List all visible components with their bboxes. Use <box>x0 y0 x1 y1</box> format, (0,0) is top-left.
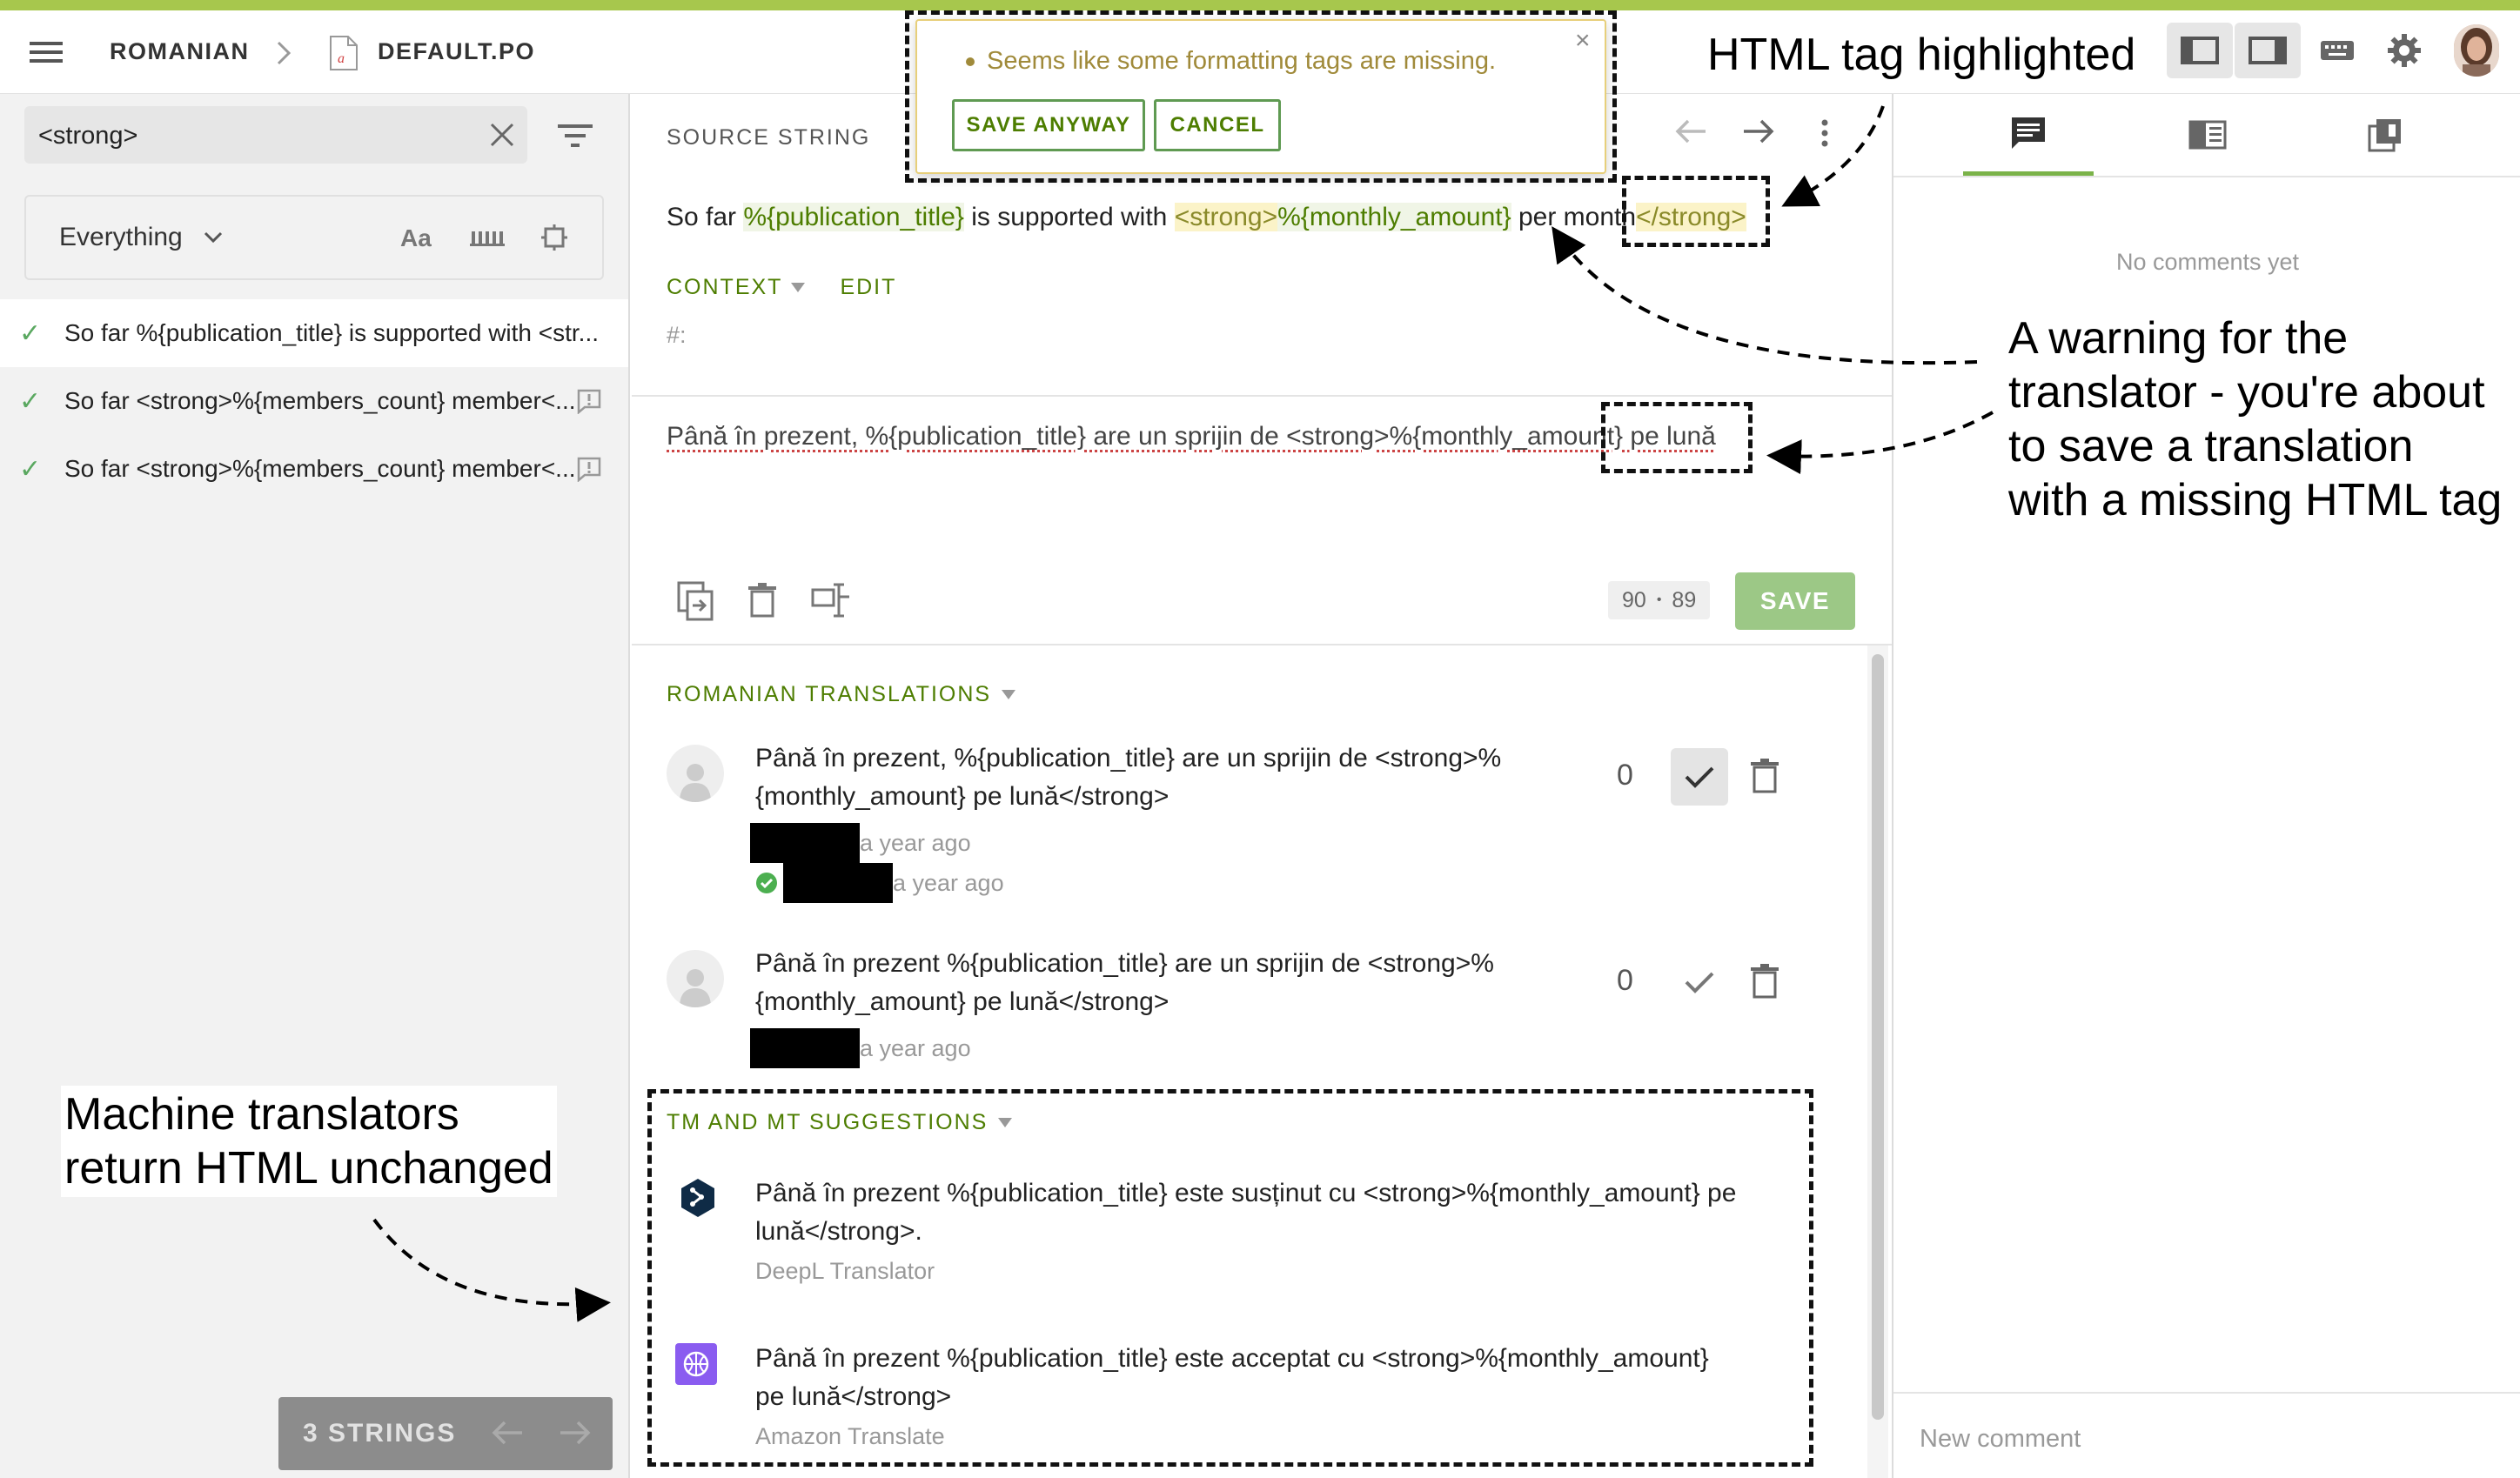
arrow-to-translation-editor <box>1766 411 1994 475</box>
save-anyway-button[interactable]: SAVE ANYWAY <box>952 99 1145 151</box>
arrow-to-suggestions <box>372 1218 611 1322</box>
annotation-arrows <box>372 105 1994 1322</box>
warning-text: Seems like some formatting tags are miss… <box>987 47 1497 75</box>
arrow-to-html-tag <box>1781 105 1885 207</box>
cancel-button[interactable]: CANCEL <box>1154 99 1281 151</box>
bullet-dot-icon <box>966 57 975 66</box>
arrow-to-source-string <box>1552 226 1978 365</box>
warning-message: Seems like some formatting tags are miss… <box>966 47 1496 76</box>
close-icon[interactable]: × <box>1575 26 1591 56</box>
warning-popup: Seems like some formatting tags are miss… <box>915 19 1606 174</box>
